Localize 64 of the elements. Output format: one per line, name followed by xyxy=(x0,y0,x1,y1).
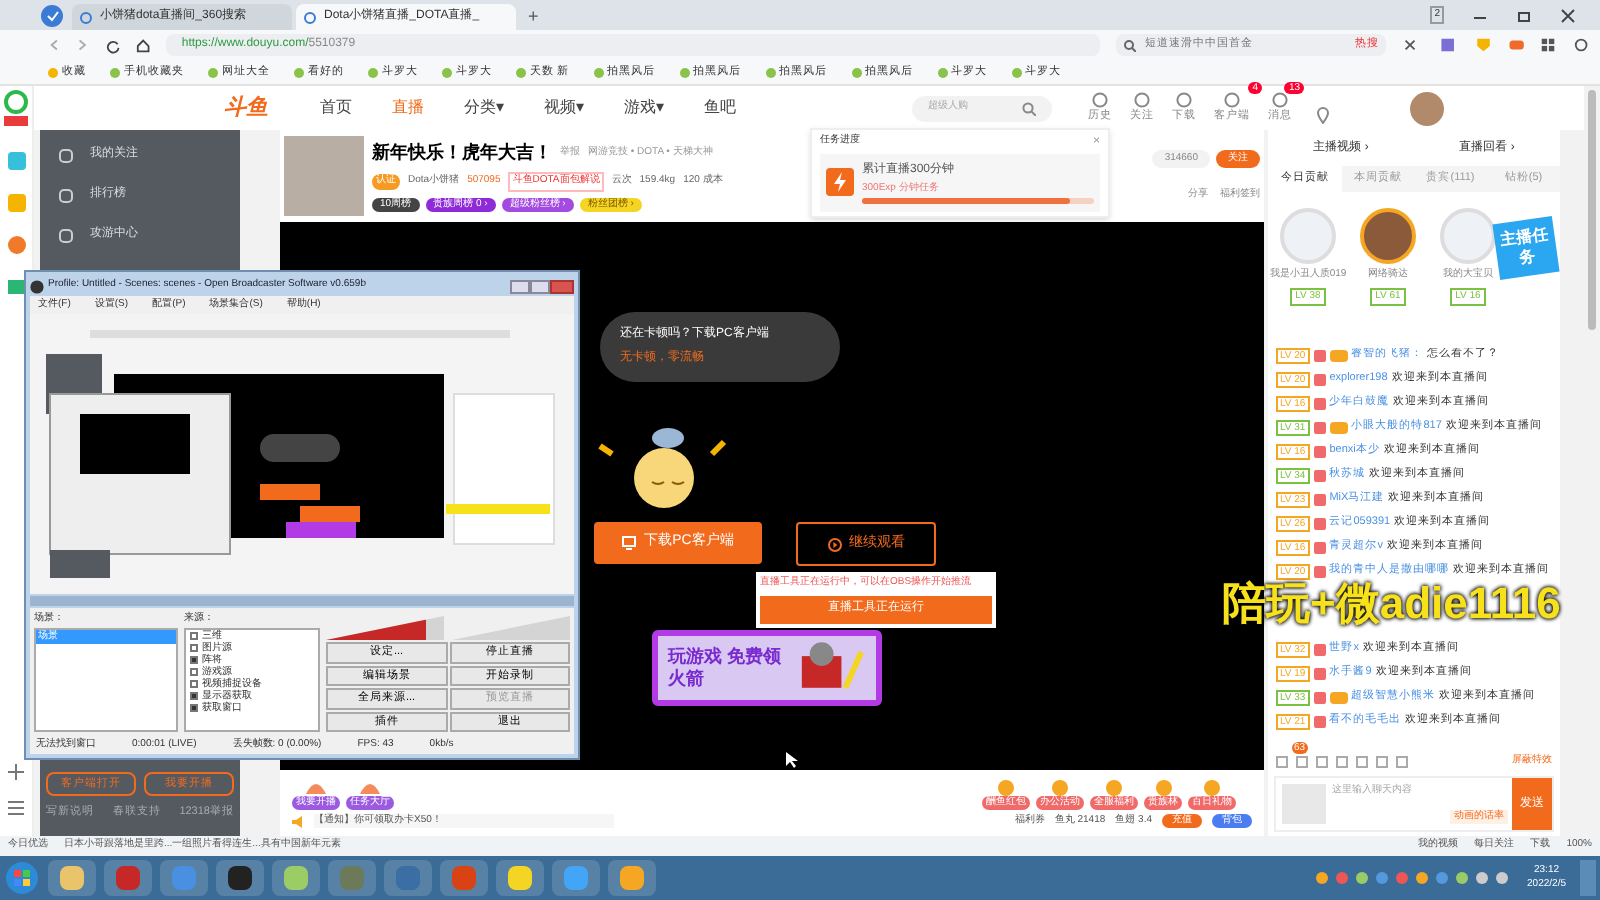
nav-link[interactable]: 视频▾ xyxy=(544,96,584,120)
reload-icon xyxy=(105,37,120,53)
gift-item-icon xyxy=(1100,775,1128,795)
scrollbar-thumb[interactable] xyxy=(1588,90,1596,330)
browser-brand-logo-icon xyxy=(2,90,30,130)
taskbar-app-button[interactable] xyxy=(48,860,96,896)
nav-link[interactable]: 首页 xyxy=(320,96,352,120)
nav-item-icon xyxy=(1224,91,1240,108)
taskbar-app-button[interactable] xyxy=(160,860,208,896)
monitor-icon xyxy=(622,536,637,550)
nav-item-icon xyxy=(1092,91,1108,108)
checkbox[interactable] xyxy=(190,655,198,663)
announcement-icon xyxy=(292,815,304,827)
checkbox[interactable] xyxy=(190,679,198,687)
menu-icon xyxy=(8,800,24,816)
play-icon xyxy=(827,537,841,551)
sidebar-item-icon xyxy=(58,187,74,203)
window-controls-drawing xyxy=(510,279,574,293)
fan-medal-icon xyxy=(1313,421,1326,433)
gift-item-icon xyxy=(1198,775,1226,795)
restore-icon xyxy=(1516,8,1532,24)
photo-placeholder xyxy=(284,136,364,216)
taskbar-app-button[interactable] xyxy=(608,860,656,896)
task-banner[interactable]: 主播任务 xyxy=(1492,216,1560,280)
site-logo[interactable]: 斗鱼 xyxy=(224,91,284,125)
mail-icon xyxy=(5,276,27,298)
taskbar-app-button[interactable] xyxy=(496,860,544,896)
home-icon xyxy=(135,37,150,53)
lightning-icon xyxy=(826,168,854,197)
room-title: 新年快乐！虎年大吉！ xyxy=(372,139,552,166)
nav-item-icon xyxy=(1134,91,1150,108)
location-icon xyxy=(1316,106,1330,125)
nav-item-icon xyxy=(1176,91,1192,108)
taskbar-app-button[interactable] xyxy=(216,860,264,896)
nav-item-icon xyxy=(1272,91,1288,108)
sidebar-item-icon xyxy=(58,147,74,163)
promo-banner[interactable]: 玩游戏 免费领火箭 xyxy=(652,630,882,706)
close-icon xyxy=(1560,8,1576,24)
forward-icon xyxy=(76,38,90,52)
fan-medal-icon xyxy=(1313,691,1326,703)
user-avatar[interactable] xyxy=(1410,91,1444,125)
new-tab-button[interactable]: + xyxy=(520,3,547,30)
app-logo-icon xyxy=(30,279,44,293)
checkbox[interactable] xyxy=(190,691,198,699)
checkbox[interactable] xyxy=(190,631,198,639)
search-icon xyxy=(1022,101,1036,115)
fan-medal-icon xyxy=(1313,349,1326,361)
nav-link[interactable]: 游戏▾ xyxy=(624,96,664,120)
gift-item-icon xyxy=(1046,775,1074,795)
checkbox[interactable] xyxy=(190,667,198,675)
search-icon xyxy=(1124,39,1137,51)
start-button-icon[interactable] xyxy=(4,860,40,896)
user-avatar[interactable] xyxy=(1360,208,1416,264)
checkbox[interactable] xyxy=(190,703,198,711)
taskbar-app-button[interactable] xyxy=(272,860,320,896)
back-icon xyxy=(48,38,61,52)
plus-icon xyxy=(8,764,24,780)
sidebar-item-icon xyxy=(58,227,74,243)
nav-link[interactable]: 直播 xyxy=(392,96,424,120)
nav-link[interactable]: 鱼吧 xyxy=(704,96,736,120)
checkbox[interactable] xyxy=(190,643,198,651)
gift-item-icon xyxy=(992,775,1020,795)
nav-link[interactable]: 分类▾ xyxy=(464,96,504,120)
taskbar-app-button[interactable] xyxy=(552,860,600,896)
